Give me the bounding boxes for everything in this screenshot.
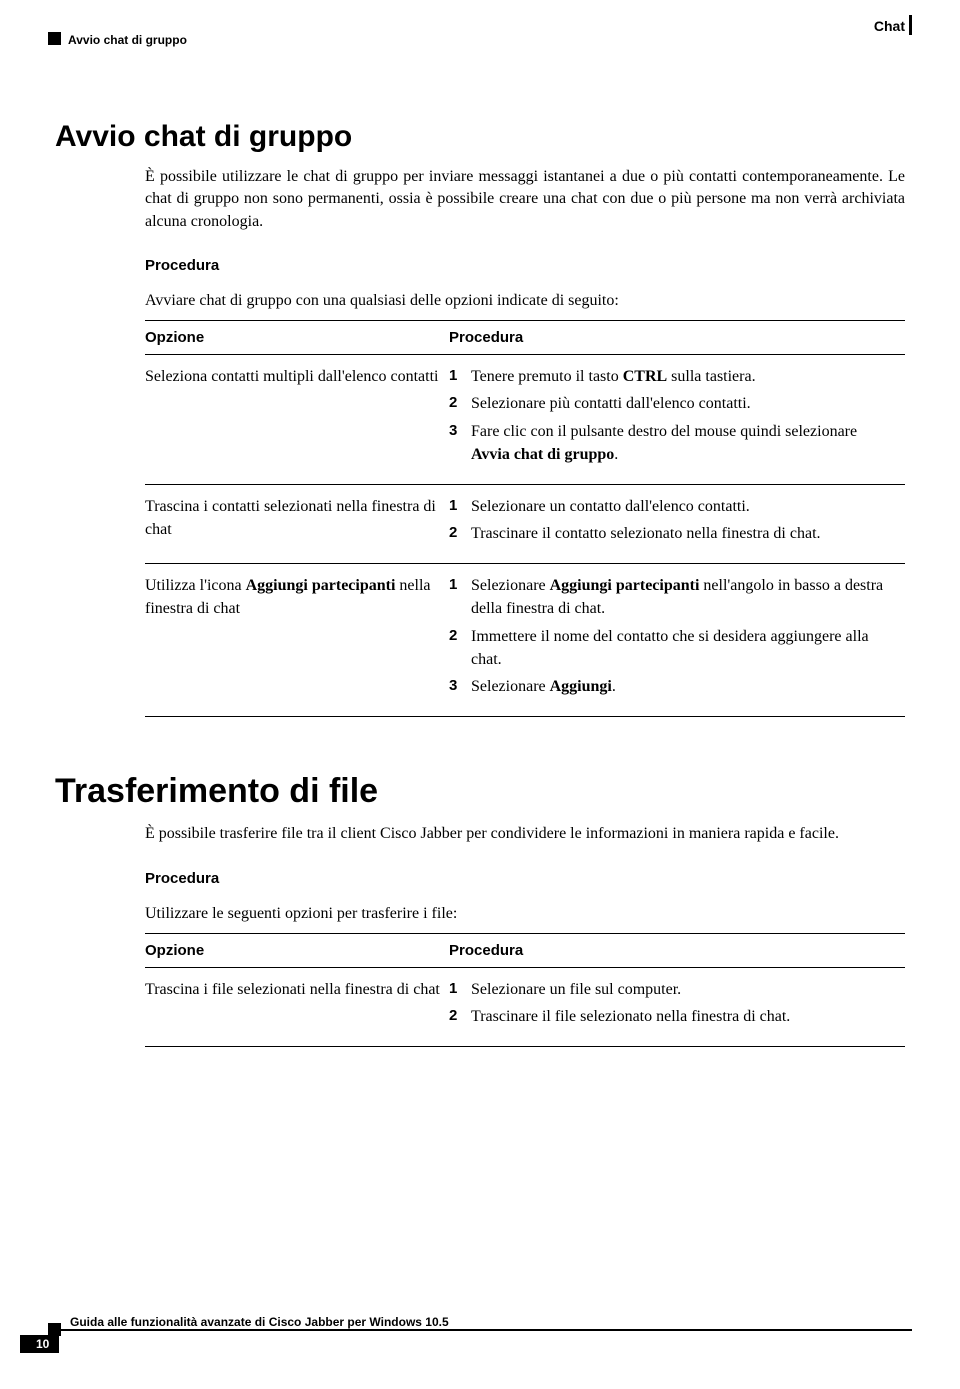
section-title: Avvio chat di gruppo [55, 120, 905, 154]
table-row: Seleziona contatti multipli dall'elenco … [145, 355, 905, 485]
col-option: Opzione [145, 933, 449, 967]
step-number: 2 [449, 392, 471, 415]
page-footer: Guida alle funzionalità avanzate di Cisc… [0, 1329, 960, 1369]
step-text: Fare clic con il pulsante destro del mou… [471, 420, 899, 466]
step-text: Selezionare Aggiungi. [471, 675, 899, 698]
step-text: Immettere il nome del contatto che si de… [471, 625, 899, 671]
step-number: 1 [449, 978, 471, 1001]
section-intro: È possibile utilizzare le chat di gruppo… [145, 166, 905, 233]
step-number: 1 [449, 365, 471, 388]
footer-doc-title: Guida alle funzionalità avanzate di Cisc… [70, 1315, 449, 1329]
step-number: 2 [449, 625, 471, 671]
footer-rule-icon [48, 1329, 912, 1331]
step-text: Selezionare un contatto dall'elenco cont… [471, 495, 899, 518]
procedure-label: Procedura [145, 870, 905, 887]
step-number: 1 [449, 495, 471, 518]
procedure-lead: Utilizzare le seguenti opzioni per trasf… [145, 905, 905, 923]
header-square-icon [48, 32, 61, 45]
col-procedure: Procedura [449, 321, 905, 355]
option-cell: Utilizza l'icona Aggiungi partecipanti n… [145, 564, 449, 717]
header-bar-icon [909, 15, 912, 35]
chapter-label: Chat [874, 18, 905, 34]
procedure-cell: 1 Selezionare Aggiungi partecipanti nell… [449, 564, 905, 717]
page-number: 10 [20, 1335, 59, 1353]
option-cell: Seleziona contatti multipli dall'elenco … [145, 355, 449, 485]
step-text: Trascinare il contatto selezionato nella… [471, 522, 899, 545]
step-number: 3 [449, 675, 471, 698]
procedure-cell: 1 Selezionare un contatto dall'elenco co… [449, 484, 905, 563]
procedure-cell: 1 Tenere premuto il tasto CTRL sulla tas… [449, 355, 905, 485]
option-cell: Trascina i file selezionati nella finest… [145, 967, 449, 1046]
procedure-lead: Avviare chat di gruppo con una qualsiasi… [145, 292, 905, 310]
step-number: 3 [449, 420, 471, 466]
options-table: Opzione Procedura Seleziona contatti mul… [145, 320, 905, 717]
col-option: Opzione [145, 321, 449, 355]
step-text: Trascinare il file selezionato nella fin… [471, 1005, 899, 1028]
step-number: 2 [449, 1005, 471, 1028]
step-text: Selezionare un file sul computer. [471, 978, 899, 1001]
col-procedure: Procedura [449, 933, 905, 967]
options-table: Opzione Procedura Trascina i file selezi… [145, 933, 905, 1047]
step-text: Tenere premuto il tasto CTRL sulla tasti… [471, 365, 899, 388]
section-breadcrumb: Avvio chat di gruppo [68, 33, 187, 47]
step-text: Selezionare Aggiungi partecipanti nell'a… [471, 574, 899, 620]
section-title: Trasferimento di file [55, 772, 905, 811]
table-row: Trascina i contatti selezionati nella fi… [145, 484, 905, 563]
section-intro: È possibile trasferire file tra il clien… [145, 823, 905, 845]
step-number: 1 [449, 574, 471, 620]
procedure-cell: 1 Selezionare un file sul computer. 2 Tr… [449, 967, 905, 1046]
procedure-label: Procedura [145, 257, 905, 274]
step-text: Selezionare più contatti dall'elenco con… [471, 392, 899, 415]
table-row: Trascina i file selezionati nella finest… [145, 967, 905, 1046]
page-header: Chat Avvio chat di gruppo [0, 0, 960, 50]
step-number: 2 [449, 522, 471, 545]
option-cell: Trascina i contatti selezionati nella fi… [145, 484, 449, 563]
table-row: Utilizza l'icona Aggiungi partecipanti n… [145, 564, 905, 717]
